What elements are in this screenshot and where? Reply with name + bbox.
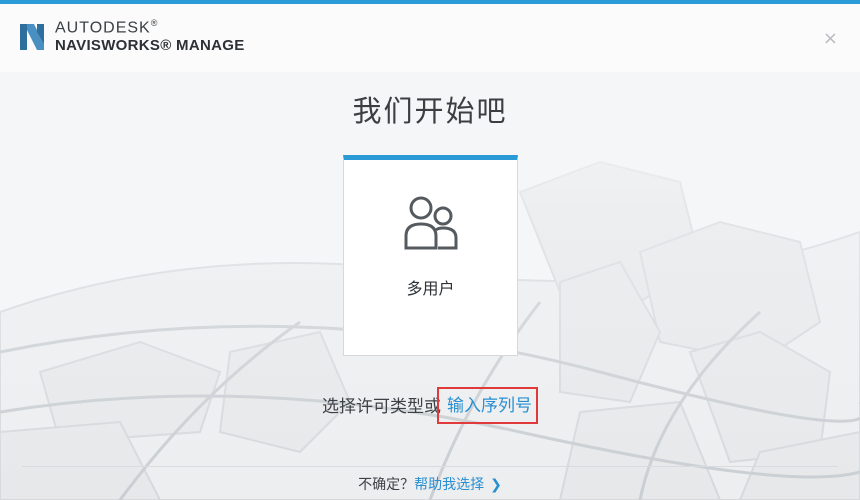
multi-user-icon bbox=[404, 196, 458, 250]
footer: 不确定？帮助我选择 ❯ bbox=[0, 474, 860, 494]
multi-user-license-card[interactable]: 多用户 bbox=[343, 155, 518, 356]
prompt-text: 选择许可类型或 bbox=[322, 397, 441, 417]
dialog-header: AUTODESK® NAVISWORKS® MANAGE × bbox=[0, 4, 860, 73]
license-dialog: AUTODESK® NAVISWORKS® MANAGE × 我们开始吧 多用户… bbox=[0, 0, 860, 500]
chevron-right-icon[interactable]: ❯ bbox=[490, 477, 502, 493]
footer-question: 不确定？ bbox=[358, 477, 415, 493]
footer-divider bbox=[22, 466, 838, 467]
page-title: 我们开始吧 bbox=[352, 94, 508, 128]
autodesk-logo-icon bbox=[20, 24, 44, 50]
license-prompt-row: 选择许可类型或 输入序列号 bbox=[0, 387, 860, 425]
enter-serial-number-link[interactable]: 输入序列号 bbox=[437, 387, 538, 424]
brand-company: AUTODESK® bbox=[55, 18, 159, 37]
close-icon[interactable]: × bbox=[823, 30, 838, 48]
card-label: 多用户 bbox=[406, 279, 455, 298]
help-me-choose-link[interactable]: 帮助我选择 bbox=[414, 477, 484, 493]
brand-product: NAVISWORKS® MANAGE bbox=[55, 37, 245, 54]
